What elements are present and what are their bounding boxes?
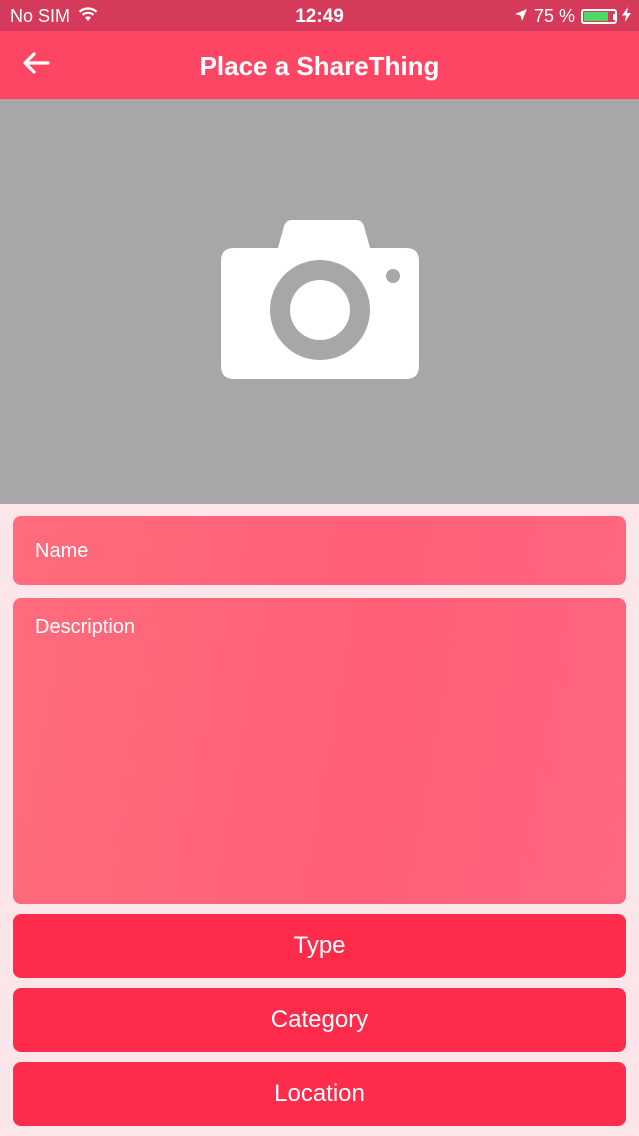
location-button[interactable]: Location	[13, 1062, 626, 1126]
page-title: Place a ShareThing	[199, 51, 440, 81]
nav-bar: Place a ShareThing	[0, 31, 639, 99]
description-field[interactable]: Description	[13, 598, 626, 904]
location-label: Location	[274, 1080, 365, 1107]
photo-picker[interactable]	[0, 99, 639, 504]
status-right: 75 %	[514, 6, 631, 27]
battery-percent: 75 %	[533, 6, 575, 26]
type-button[interactable]: Type	[13, 914, 626, 978]
location-arrow-icon	[514, 6, 528, 27]
camera-icon	[220, 218, 420, 385]
charging-bolt-icon	[622, 6, 631, 27]
status-bar: No SIM 12:49 75 %	[0, 0, 639, 31]
battery-icon	[581, 9, 617, 24]
name-field[interactable]: Name	[13, 516, 626, 585]
type-label: Type	[293, 932, 346, 959]
category-button[interactable]: Category	[13, 988, 626, 1052]
name-placeholder: Name	[35, 540, 89, 562]
category-label: Category	[270, 1006, 369, 1033]
description-placeholder: Description	[35, 616, 136, 638]
